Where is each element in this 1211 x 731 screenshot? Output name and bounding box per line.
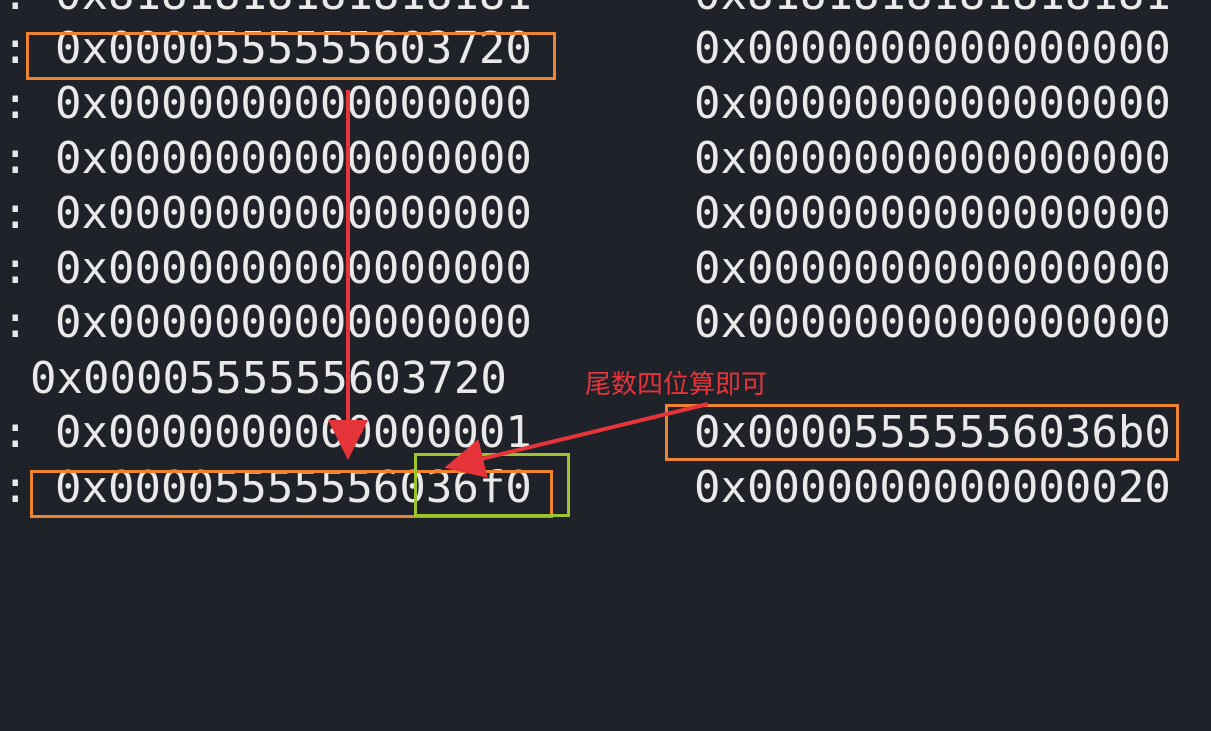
annotation-label: 尾数四位算即可	[585, 370, 768, 400]
annotation-arrows	[328, 90, 709, 478]
terminal-memory-dump: : 0x8181818181818181 0x8181818181818181 …	[0, 0, 1211, 522]
left-arrow	[444, 402, 709, 478]
